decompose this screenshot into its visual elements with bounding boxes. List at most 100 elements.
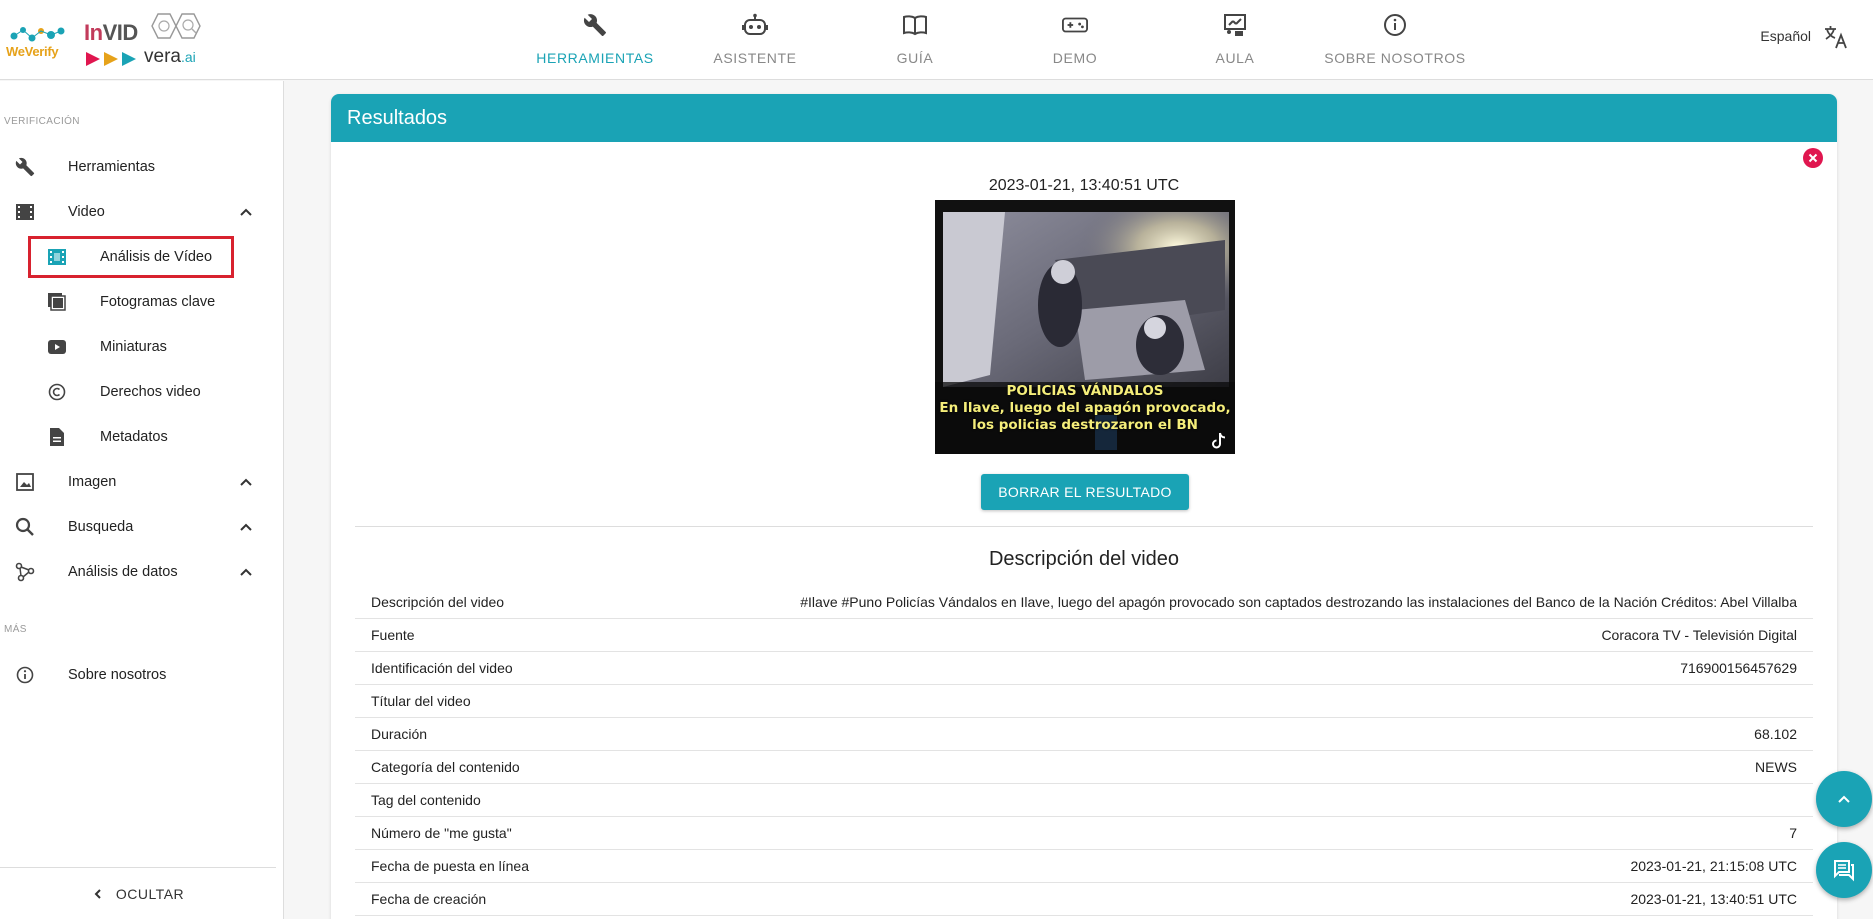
language-selector[interactable]: Español	[1760, 28, 1811, 44]
table-row: Descripción del video #Ilave #Puno Policí…	[355, 586, 1813, 619]
table-row: Fuente Coracora TV - Televisión Digital	[355, 619, 1813, 652]
row-key: Títular del video	[371, 693, 471, 709]
sidebar-item-label: Metadatos	[100, 429, 168, 445]
sidebar-item-label: Imagen	[68, 474, 117, 490]
logos: WeVerify InVID vera.ai	[6, 12, 214, 68]
sidebar: VERIFICACIÓN Herramientas Video Análisis…	[0, 81, 284, 919]
nav-sobre-nosotros[interactable]: SOBRE NOSOTROS	[1315, 0, 1475, 80]
nav-aula[interactable]: AULA	[1155, 0, 1315, 80]
translate-icon[interactable]	[1823, 24, 1849, 50]
row-key: Fecha de creación	[371, 891, 487, 907]
table-row: Fecha de creación 2023-01-21, 13:40:51 UT…	[355, 883, 1813, 916]
nav-herramientas[interactable]: HERRAMIENTAS	[515, 0, 675, 80]
nav-label: HERRAMIENTAS	[536, 50, 654, 66]
row-value: 2023-01-21, 21:15:08 UTC	[1630, 858, 1797, 874]
sidebar-item-busqueda[interactable]: Busqueda	[0, 507, 280, 547]
vera-ai-logo[interactable]: vera.ai	[144, 12, 214, 68]
sidebar-item-miniaturas[interactable]: Miniaturas	[0, 327, 280, 367]
row-key: Duración	[371, 726, 428, 742]
wrench-icon	[14, 156, 36, 178]
image-icon	[14, 471, 36, 493]
video-thumbnail[interactable]: POLICIAS VÁNDALOS En Ilave, luego del ap…	[935, 200, 1235, 454]
row-key: Fecha de puesta en línea	[371, 858, 530, 874]
sidebar-item-analisis-de-datos[interactable]: Análisis de datos	[0, 552, 280, 592]
sidebar-item-herramientas[interactable]: Herramientas	[0, 147, 280, 187]
top-bar: WeVerify InVID vera.ai HERRAMIENTAS ASIS…	[0, 0, 1873, 80]
results-header: Resultados	[331, 94, 1837, 142]
document-icon	[46, 426, 68, 448]
sidebar-item-label: Busqueda	[68, 519, 134, 535]
nav-label: GUÍA	[896, 50, 934, 66]
table-row: Tag del contenido	[355, 784, 1813, 817]
invid-logo[interactable]: InVID	[84, 18, 142, 66]
sidebar-item-label: Fotogramas clave	[100, 294, 216, 310]
row-value: 2023-01-21, 13:40:51 UTC	[1630, 891, 1797, 907]
section-divider	[355, 526, 1813, 527]
film-icon	[14, 201, 36, 223]
nav-label: SOBRE NOSOTROS	[1324, 50, 1466, 66]
sidebar-item-label: Sobre nosotros	[68, 667, 167, 683]
sidebar-item-label: Herramientas	[68, 159, 156, 175]
row-value: 68.102	[1754, 726, 1797, 742]
close-results-button[interactable]	[1803, 148, 1823, 168]
table-row: Fecha de puesta en línea 2023-01-21, 21:1…	[355, 850, 1813, 883]
tiktok-icon	[1212, 432, 1226, 449]
sidebar-item-imagen[interactable]: Imagen	[0, 462, 280, 502]
chat-icon	[1834, 860, 1854, 882]
table-row: Duración 68.102	[355, 718, 1813, 751]
thumbnail-caption-line: los policias destrozaron el BN	[972, 417, 1198, 433]
chevron-up-icon[interactable]	[238, 474, 254, 490]
video-description-table: Descripción del video #Ilave #Puno Policí…	[355, 586, 1813, 916]
row-key: Identificación del video	[371, 660, 513, 676]
row-key: Categoría del contenido	[371, 759, 520, 775]
graph-icon	[14, 561, 36, 583]
nav-label: DEMO	[1052, 50, 1098, 66]
robot-icon	[742, 12, 768, 38]
sidebar-item-label: Video	[68, 204, 105, 220]
weverify-dots-icon	[10, 27, 65, 42]
copyright-icon	[46, 381, 68, 403]
scroll-to-top-button[interactable]	[1816, 771, 1872, 827]
results-card: Resultados 2023-01-21, 13:40:51 UTC POLI…	[331, 94, 1837, 919]
sidebar-item-sobre-nosotros[interactable]: Sobre nosotros	[0, 655, 280, 695]
chevron-left-icon	[94, 888, 101, 899]
row-key: Tag del contenido	[371, 792, 481, 808]
book-icon	[902, 12, 928, 38]
hide-sidebar-label: OCULTAR	[115, 885, 185, 902]
sidebar-item-metadatos[interactable]: Metadatos	[0, 417, 280, 457]
weverify-logo[interactable]: WeVerify	[6, 18, 70, 62]
thumbnail-caption-line: En Ilave, luego del apagón provocado,	[939, 400, 1231, 416]
hide-sidebar-button[interactable]: OCULTAR	[0, 867, 276, 919]
description-title: Descripción del video	[988, 548, 1180, 570]
nav-demo[interactable]: DEMO	[995, 0, 1155, 80]
sidebar-item-fotogramas-clave[interactable]: Fotogramas clave	[0, 282, 280, 322]
sidebar-item-video[interactable]: Video	[0, 192, 280, 232]
sidebar-item-label: Análisis de datos	[68, 564, 178, 580]
chat-button[interactable]	[1816, 842, 1872, 898]
row-value: 716900156457629	[1680, 660, 1797, 676]
search-icon	[14, 516, 36, 538]
sidebar-item-label: Miniaturas	[100, 339, 167, 355]
row-value: 7	[1789, 825, 1797, 841]
close-icon	[1808, 153, 1818, 163]
info-icon	[14, 664, 36, 686]
chevron-up-icon[interactable]	[238, 564, 254, 580]
row-key: Número de "me gusta"	[371, 825, 512, 841]
selection-highlight	[28, 236, 234, 278]
invid-wordmark: InVID	[84, 20, 138, 45]
nav-asistente[interactable]: ASISTENTE	[675, 0, 835, 80]
nav-label: AULA	[1215, 50, 1255, 66]
table-row: Títular del video	[355, 685, 1813, 718]
chevron-up-icon[interactable]	[238, 519, 254, 535]
gamepad-icon	[1062, 12, 1088, 38]
nav-guia[interactable]: GUÍA	[835, 0, 995, 80]
sidebar-section-verification: VERIFICACIÓN	[4, 116, 80, 127]
wrench-icon	[582, 12, 608, 38]
sidebar-item-derechos-video[interactable]: Derechos video	[0, 372, 280, 412]
chevron-up-icon[interactable]	[238, 204, 254, 220]
weverify-wordmark: WeVerify	[6, 44, 59, 59]
nav-label: ASISTENTE	[713, 50, 797, 66]
row-key: Fuente	[371, 627, 415, 643]
clear-result-button[interactable]: BORRAR EL RESULTADO	[981, 474, 1189, 510]
video-timestamp: 2023-01-21, 13:40:51 UTC	[988, 177, 1180, 194]
